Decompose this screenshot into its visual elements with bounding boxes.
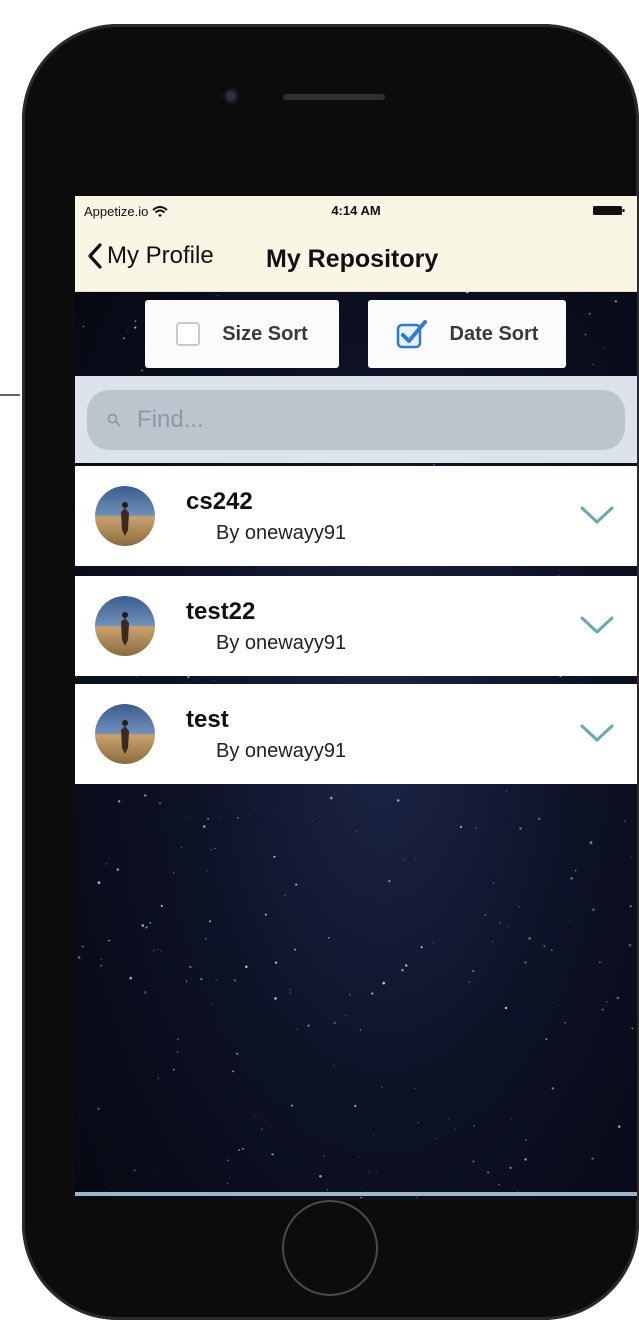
repository-row[interactable]: test22 By onewayy91 bbox=[75, 576, 637, 676]
search-input[interactable] bbox=[135, 405, 609, 435]
avatar bbox=[95, 486, 155, 546]
date-sort-button[interactable]: Date Sort bbox=[368, 300, 566, 368]
phone-frame: Appetize.io 4:14 AM My Profile My Reposi… bbox=[22, 24, 639, 1320]
bottom-divider bbox=[75, 1192, 637, 1196]
speaker bbox=[283, 94, 385, 100]
chevron-down-icon[interactable] bbox=[579, 504, 615, 526]
repository-row[interactable]: cs242 By onewayy91 bbox=[75, 466, 637, 566]
status-bar: Appetize.io 4:14 AM bbox=[75, 196, 637, 228]
repository-row[interactable]: test By onewayy91 bbox=[75, 684, 637, 784]
chevron-down-icon[interactable] bbox=[579, 722, 615, 744]
navigation-bar: My Profile My Repository bbox=[75, 228, 637, 292]
repository-name: cs242 bbox=[186, 488, 253, 515]
home-button[interactable] bbox=[282, 1200, 378, 1296]
repository-name: test22 bbox=[186, 598, 256, 625]
search-field[interactable] bbox=[87, 390, 625, 450]
search-icon bbox=[107, 413, 121, 427]
chevron-down-icon[interactable] bbox=[579, 614, 615, 636]
back-button[interactable]: My Profile bbox=[87, 242, 214, 270]
repository-name: test bbox=[186, 706, 229, 733]
page-title: My Repository bbox=[266, 245, 439, 273]
camera bbox=[223, 88, 239, 104]
checkbox-icon[interactable] bbox=[176, 322, 201, 346]
repository-owner: By onewayy91 bbox=[216, 740, 347, 762]
edge-tick bbox=[0, 394, 20, 396]
date-sort-label: Date Sort bbox=[449, 322, 539, 345]
avatar bbox=[95, 704, 155, 764]
repository-owner: By onewayy91 bbox=[216, 522, 347, 544]
back-button-label: My Profile bbox=[107, 242, 214, 269]
battery-icon bbox=[593, 206, 625, 215]
size-sort-label: Size Sort bbox=[222, 322, 308, 345]
search-bar bbox=[75, 376, 637, 463]
app-screen: Appetize.io 4:14 AM My Profile My Reposi… bbox=[75, 196, 637, 1200]
repository-owner: By onewayy91 bbox=[216, 632, 347, 654]
size-sort-button[interactable]: Size Sort bbox=[145, 300, 339, 368]
checkbox-checked-icon[interactable] bbox=[396, 319, 428, 349]
status-time: 4:14 AM bbox=[331, 203, 381, 218]
chevron-left-icon bbox=[88, 243, 102, 269]
avatar bbox=[95, 596, 155, 656]
